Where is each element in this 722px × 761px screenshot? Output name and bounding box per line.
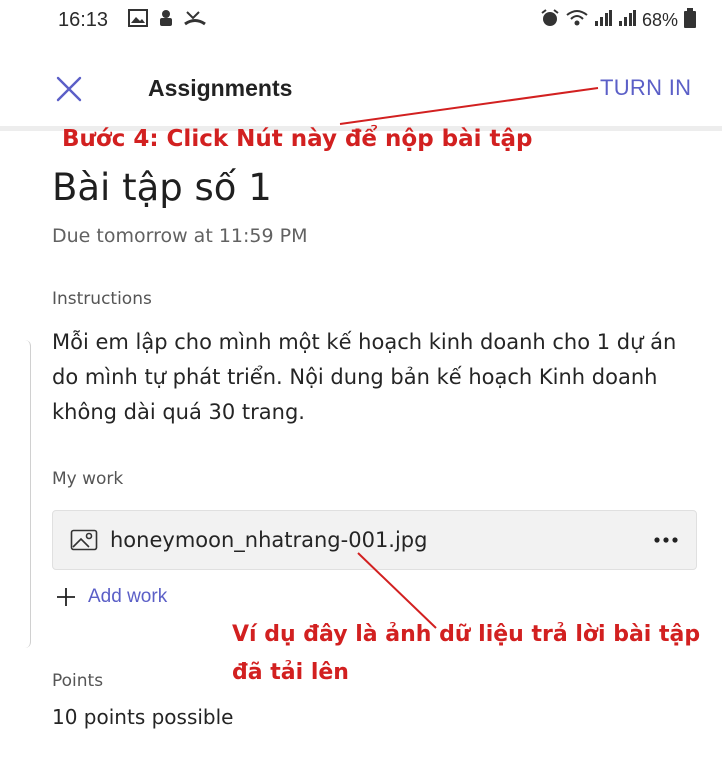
battery-percent: 68% [642, 10, 679, 30]
side-panel-edge [22, 340, 31, 648]
battery-icon [684, 8, 697, 33]
instructions-text: Mỗi em lập cho mình một kế hoạch kinh do… [52, 330, 677, 424]
close-button[interactable] [52, 72, 86, 106]
annotation-step4: Bước 4: Click Nút này để nộp bài tập [62, 126, 533, 152]
points-label: Points [52, 671, 104, 691]
more-options-button[interactable] [652, 527, 680, 553]
missed-call-icon [184, 9, 206, 31]
instructions-label: Instructions [52, 289, 152, 309]
turn-in-arrow-line [339, 87, 599, 125]
status-left-icons [128, 8, 206, 32]
add-work-label: Add work [88, 586, 168, 607]
add-work-button[interactable]: Add work [56, 586, 167, 608]
more-icon [654, 537, 678, 543]
attached-file-card[interactable]: honeymoon_nhatrang-001.jpg [52, 510, 697, 570]
wifi-icon [566, 9, 588, 32]
android-app-icon [156, 8, 176, 32]
close-icon [56, 76, 82, 102]
status-time: 16:13 [58, 9, 109, 31]
annotation-example: Ví dụ đây là ảnh dữ liệu trả lời bài tập… [232, 622, 701, 685]
due-date: Due tomorrow at 11:59 PM [52, 225, 308, 247]
header-title: Assignments [148, 75, 293, 101]
alarm-icon [540, 8, 560, 33]
turn-in-button[interactable]: TURN IN [600, 75, 691, 101]
signal-icon [594, 10, 612, 31]
file-name: honeymoon_nhatrang-001.jpg [110, 528, 428, 552]
points-text: 10 points possible [52, 705, 234, 729]
gallery-icon [128, 9, 148, 31]
assignment-title: Bài tập số 1 [52, 166, 272, 209]
my-work-label: My work [52, 469, 124, 489]
image-icon [70, 528, 98, 552]
status-right: 68% [540, 8, 697, 33]
plus-icon [57, 588, 75, 606]
signal-icon [618, 10, 636, 31]
